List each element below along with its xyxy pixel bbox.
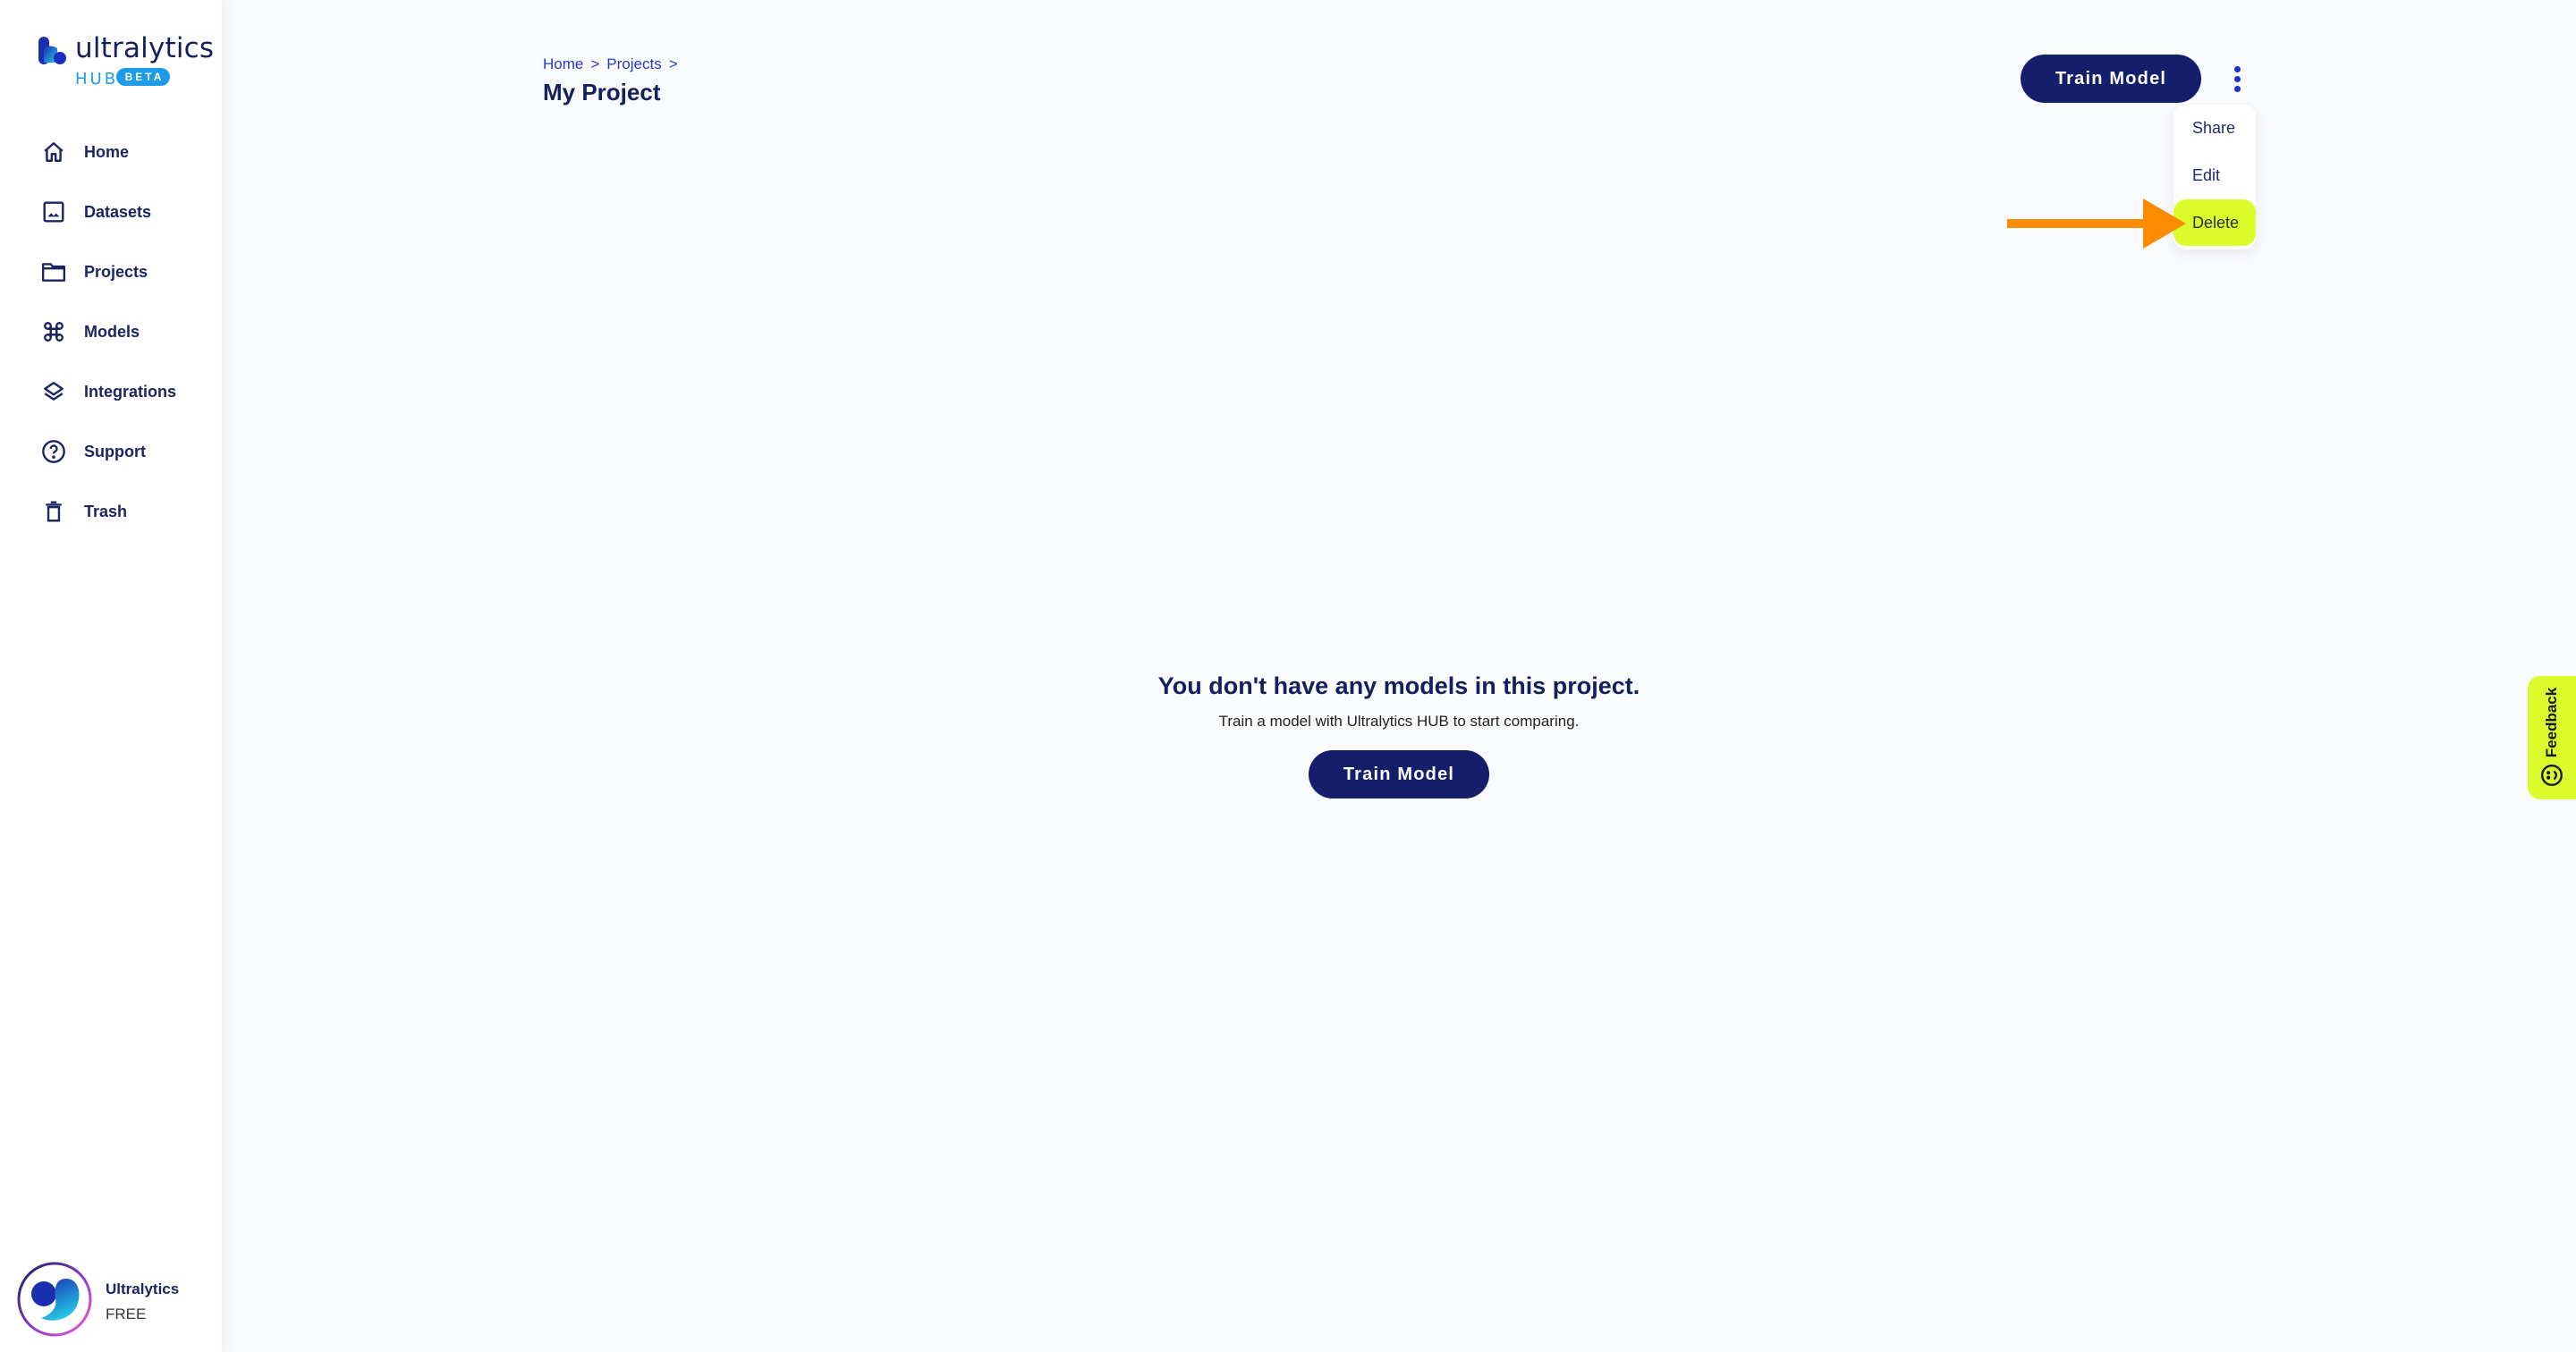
sidebar-item-home[interactable]: Home	[0, 125, 222, 179]
ultralytics-hub-logo[interactable]: ultralytics HUB BETA	[36, 32, 214, 89]
kebab-dot-icon	[2233, 65, 2241, 72]
layers-icon	[41, 379, 66, 404]
breadcrumb-home-link[interactable]: Home	[543, 55, 583, 73]
breadcrumb-projects-link[interactable]: Projects	[606, 55, 661, 73]
command-icon	[41, 319, 66, 344]
user-account[interactable]: Ultralytics FREE	[16, 1259, 213, 1339]
breadcrumb: Home > Projects >	[543, 55, 678, 73]
home-icon	[41, 139, 66, 165]
breadcrumb-separator: >	[668, 55, 678, 72]
menu-item-share[interactable]: Share	[2174, 105, 2256, 151]
kebab-dot-icon	[2233, 75, 2241, 82]
empty-state-title: You don't have any models in this projec…	[1157, 672, 1640, 699]
ultralytics-logo-icon	[38, 37, 66, 64]
logo-hub-text: HUB	[75, 70, 119, 89]
kebab-dot-icon	[2233, 85, 2241, 92]
feedback-tab[interactable]: Feedback	[2528, 676, 2576, 799]
sidebar-item-integrations[interactable]: Integrations	[0, 365, 222, 418]
page-title: My Project	[543, 79, 661, 106]
sidebar-item-projects[interactable]: Projects	[0, 245, 222, 299]
train-model-button[interactable]: Train Model	[2021, 55, 2201, 103]
sidebar-item-models[interactable]: Models	[0, 305, 222, 359]
image-icon	[41, 199, 66, 224]
sidebar-item-support[interactable]: Support	[0, 425, 222, 478]
folder-icon	[41, 259, 66, 284]
sidebar-item-label: Models	[84, 322, 140, 341]
sidebar: ultralytics HUB BETA Home Datasets Proje…	[0, 0, 222, 1352]
menu-item-edit[interactable]: Edit	[2174, 152, 2256, 199]
beta-badge: BETA	[116, 68, 170, 86]
user-name: Ultralytics	[106, 1280, 180, 1297]
user-plan: FREE	[106, 1306, 147, 1322]
empty-state: You don't have any models in this projec…	[1041, 667, 1757, 799]
help-circle-icon	[41, 439, 66, 464]
sidebar-item-label: Datasets	[84, 202, 152, 221]
annotation-arrow-icon	[2007, 199, 2186, 249]
feedback-label: Feedback	[2543, 687, 2560, 758]
breadcrumb-separator: >	[590, 55, 600, 72]
sidebar-item-datasets[interactable]: Datasets	[0, 185, 222, 239]
sidebar-item-label: Home	[84, 142, 130, 161]
sidebar-item-label: Support	[84, 442, 146, 461]
empty-state-subtitle: Train a model with Ultralytics HUB to st…	[1218, 713, 1580, 730]
sidebar-item-trash[interactable]: Trash	[0, 485, 222, 538]
more-options-button[interactable]	[2224, 61, 2250, 97]
trash-icon	[41, 499, 66, 524]
logo-wordmark: ultralytics	[75, 32, 215, 64]
sidebar-item-label: Projects	[84, 262, 148, 281]
smiley-icon	[2540, 764, 2563, 787]
sidebar-item-label: Integrations	[84, 382, 177, 401]
empty-state-train-model-button[interactable]: Train Model	[1309, 750, 1489, 799]
avatar	[17, 1262, 92, 1337]
sidebar-item-label: Trash	[84, 502, 128, 520]
